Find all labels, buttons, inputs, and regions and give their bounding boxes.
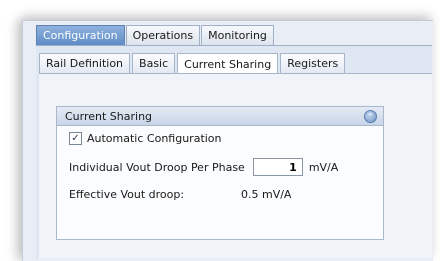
droop-label: Individual Vout Droop Per Phase bbox=[69, 160, 245, 174]
tab-monitoring[interactable]: Monitoring bbox=[201, 25, 274, 45]
auto-config-row: ✓ Automatic Configuration bbox=[69, 132, 222, 145]
tab-basic[interactable]: Basic bbox=[132, 53, 176, 73]
droop-input[interactable] bbox=[252, 158, 303, 176]
group-header: Current Sharing ⌃ bbox=[57, 107, 383, 126]
tab-registers[interactable]: Registers bbox=[280, 53, 346, 73]
tab-configuration[interactable]: Configuration bbox=[36, 25, 125, 45]
tab-operations[interactable]: Operations bbox=[125, 25, 201, 45]
effective-value: 0.5 mV/A bbox=[241, 188, 292, 201]
tab-rail-definition[interactable]: Rail Definition bbox=[39, 53, 131, 73]
current-sharing-group: Current Sharing ⌃ ✓ Automatic Configurat… bbox=[56, 106, 384, 240]
sub-tab-strip: Rail Definition Basic Current Sharing Re… bbox=[39, 53, 347, 74]
droop-unit: mV/A bbox=[308, 160, 339, 174]
checkmark-icon: ✓ bbox=[71, 132, 80, 144]
droop-row: Individual Vout Droop Per Phase mV/A bbox=[69, 158, 338, 176]
tab-current-sharing[interactable]: Current Sharing bbox=[177, 53, 279, 74]
main-tab-strip: Configuration Operations Monitoring bbox=[36, 25, 275, 45]
auto-config-label: Automatic Configuration bbox=[87, 132, 222, 145]
effective-row: Effective Vout droop: 0.5 mV/A bbox=[69, 188, 291, 201]
group-title: Current Sharing bbox=[65, 109, 153, 123]
collapse-icon[interactable]: ⌃ bbox=[364, 109, 377, 123]
auto-config-checkbox[interactable]: ✓ bbox=[69, 132, 82, 145]
effective-label: Effective Vout droop: bbox=[69, 188, 185, 201]
